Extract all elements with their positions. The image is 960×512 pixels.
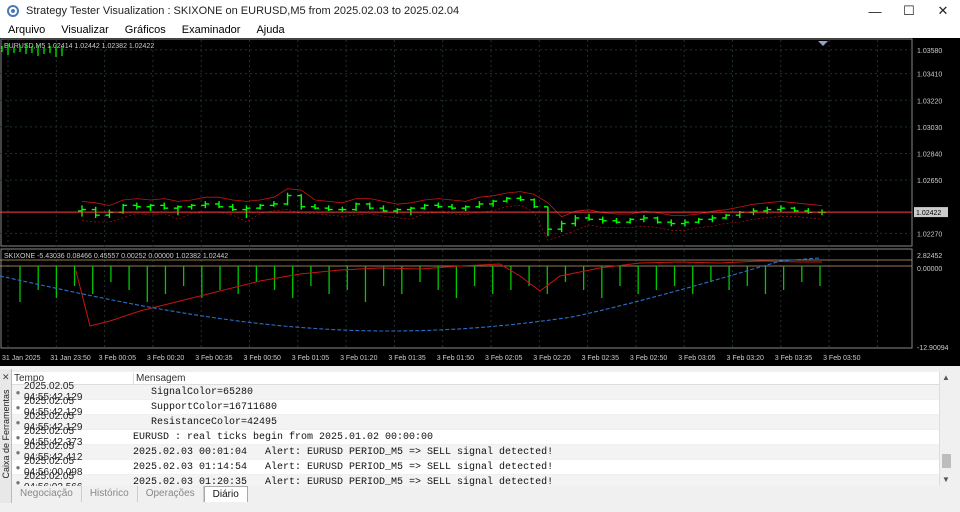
indicator-tick-label: -12.90094 <box>917 345 949 352</box>
indicator-panel-border <box>0 248 913 349</box>
time-tick-label: 3 Feb 00:35 <box>195 355 232 362</box>
indicator-label: SKIXONE -5.43036 0.08466 0.45557 0.00252… <box>4 253 228 260</box>
menu-bar: Arquivo Visualizar Gráficos Examinador A… <box>0 22 960 38</box>
close-button[interactable]: ✕ <box>926 0 960 22</box>
price-tick-label: 1.03030 <box>917 125 942 132</box>
price-tick-label: 1.02650 <box>917 178 942 185</box>
maximize-button[interactable]: ☐ <box>892 0 926 22</box>
price-tick-label: 1.02840 <box>917 152 942 159</box>
log-entry-icon: ● <box>15 387 21 397</box>
time-tick-label: 3 Feb 01:05 <box>292 355 329 362</box>
toolbox-side-tab[interactable]: Caixa de Ferramentas <box>0 369 12 503</box>
main-panel-border <box>0 38 913 247</box>
log-entry-icon: ● <box>15 477 21 487</box>
time-tick-label: 3 Feb 03:05 <box>678 355 715 362</box>
tab-operacoes[interactable]: Operações <box>138 486 204 502</box>
indicator-main-line <box>75 260 822 327</box>
menu-graficos[interactable]: Gráficos <box>117 24 174 36</box>
log-row[interactable]: ● 2025.02.05 04:55:42.129 SignalColor=652… <box>12 381 940 403</box>
time-tick-label: 3 Feb 03:35 <box>775 355 812 362</box>
status-bar <box>0 504 960 512</box>
tab-diario[interactable]: Diário <box>203 486 248 502</box>
log-message: EURUSD : real ticks begin from 2025.01.0… <box>133 431 434 443</box>
lower-band-line <box>81 204 823 241</box>
indicator-tick-label: 0.00000 <box>917 266 942 273</box>
log-row[interactable]: ●2025.02.05 04:56:02.566 2025.02.03 01:20… <box>12 471 940 487</box>
log-row[interactable]: ● 2025.02.05 04:55:42.412 2025.02.03 00:01… <box>12 441 940 463</box>
time-tick-label: 3 Feb 02:35 <box>582 355 619 362</box>
time-tick-label: 3 Feb 00:20 <box>147 355 184 362</box>
toolbox-side-label: Caixa de Ferramentas <box>1 389 11 479</box>
price-tick-label: 1.03410 <box>917 72 942 79</box>
toolbox-tabs: Negociação Histórico Operações Diário <box>12 486 248 503</box>
log-entry-icon: ● <box>15 462 21 472</box>
col-message-header[interactable]: Mensagem <box>133 372 940 384</box>
log-message: 2025.02.03 01:20:35 Alert: EURUSD PERIOD… <box>133 476 554 487</box>
log-message: SupportColor=16711680 <box>133 401 278 413</box>
chart-area[interactable]: 1.03580 1.03410 1.03220 1.03030 1.02840 1.026… <box>0 38 960 366</box>
price-chart[interactable]: 1.03580 1.03410 1.03220 1.03030 1.02840 1.026… <box>0 38 960 366</box>
log-time: 2025.02.05 04:56:02.566 <box>24 471 82 486</box>
log-scrollbar[interactable]: ▲ ▼ <box>939 372 952 486</box>
time-tick-label: 3 Feb 02:50 <box>630 355 667 362</box>
log-message: SignalColor=65280 <box>133 386 254 398</box>
time-tick-label: 31 Jan 23:50 <box>50 355 91 362</box>
app-icon <box>7 5 19 17</box>
log-entry-icon: ● <box>15 447 21 457</box>
time-tick-label: 3 Feb 02:20 <box>533 355 570 362</box>
window-title: Strategy Tester Visualization : SKIXONE … <box>26 5 460 17</box>
indicator-tick-label: 2.82452 <box>917 253 942 260</box>
menu-examinador[interactable]: Examinador <box>174 24 249 36</box>
log-row[interactable]: ● 2025.02.05 04:55:42.129 ResistanceColor… <box>12 411 940 433</box>
log-entry-icon: ● <box>15 417 21 427</box>
time-tick-label: 3 Feb 00:05 <box>99 355 136 362</box>
tab-historico[interactable]: Histórico <box>82 486 138 502</box>
log-row[interactable]: ● 2025.02.05 04:55:42.129 SupportColor=16… <box>12 396 940 418</box>
time-tick-label: 3 Feb 01:50 <box>437 355 474 362</box>
log-message: 2025.02.03 00:01:04 Alert: EURUSD PERIOD… <box>133 446 554 458</box>
journal-table: Tempo Mensagem ● 2025.02.05 04:55:42.129 … <box>12 372 940 486</box>
log-message: 2025.02.03 01:14:54 Alert: EURUSD PERIOD… <box>133 461 554 473</box>
title-bar: Strategy Tester Visualization : SKIXONE … <box>0 0 960 22</box>
time-tick-label: 3 Feb 03:20 <box>727 355 764 362</box>
time-tick-label: 3 Feb 00:50 <box>244 355 281 362</box>
price-tick-label: 1.03580 <box>917 48 942 55</box>
toolbox-close-icon[interactable]: ✕ <box>2 372 10 383</box>
menu-ajuda[interactable]: Ajuda <box>248 24 292 36</box>
price-tick-label: 1.03220 <box>917 98 942 105</box>
current-price-label: 1.02422 <box>916 210 941 217</box>
scroll-thumb[interactable] <box>942 454 951 468</box>
log-row[interactable]: ● 2025.02.05 04:55:42.373 EURUSD : real ti… <box>12 426 940 448</box>
menu-arquivo[interactable]: Arquivo <box>0 24 53 36</box>
time-tick-label: 3 Feb 03:50 <box>823 355 860 362</box>
menu-visualizar[interactable]: Visualizar <box>53 24 117 36</box>
log-message: ResistanceColor=42495 <box>133 416 278 428</box>
time-tick-label: 3 Feb 01:20 <box>340 355 377 362</box>
scroll-up-icon[interactable]: ▲ <box>940 372 952 384</box>
price-tick-label: 1.02270 <box>917 231 942 238</box>
log-entry-icon: ● <box>15 432 21 442</box>
tab-negociacao[interactable]: Negociação <box>12 486 82 502</box>
scroll-down-icon[interactable]: ▼ <box>940 474 952 486</box>
time-tick-label: 3 Feb 02:05 <box>485 355 522 362</box>
time-tick-label: 31 Jan 2025 <box>2 355 41 362</box>
journal-header: Tempo Mensagem <box>12 372 940 385</box>
time-tick-label: 3 Feb 01:35 <box>388 355 425 362</box>
chart-shift-icon <box>818 41 828 46</box>
minimize-button[interactable]: — <box>858 0 892 22</box>
log-row[interactable]: ● 2025.02.05 04:56:00.098 2025.02.03 01:14… <box>12 456 940 478</box>
toolbox-panel: Caixa de Ferramentas ✕ Tempo Mensagem ● 2… <box>0 369 960 512</box>
log-entry-icon: ● <box>15 402 21 412</box>
